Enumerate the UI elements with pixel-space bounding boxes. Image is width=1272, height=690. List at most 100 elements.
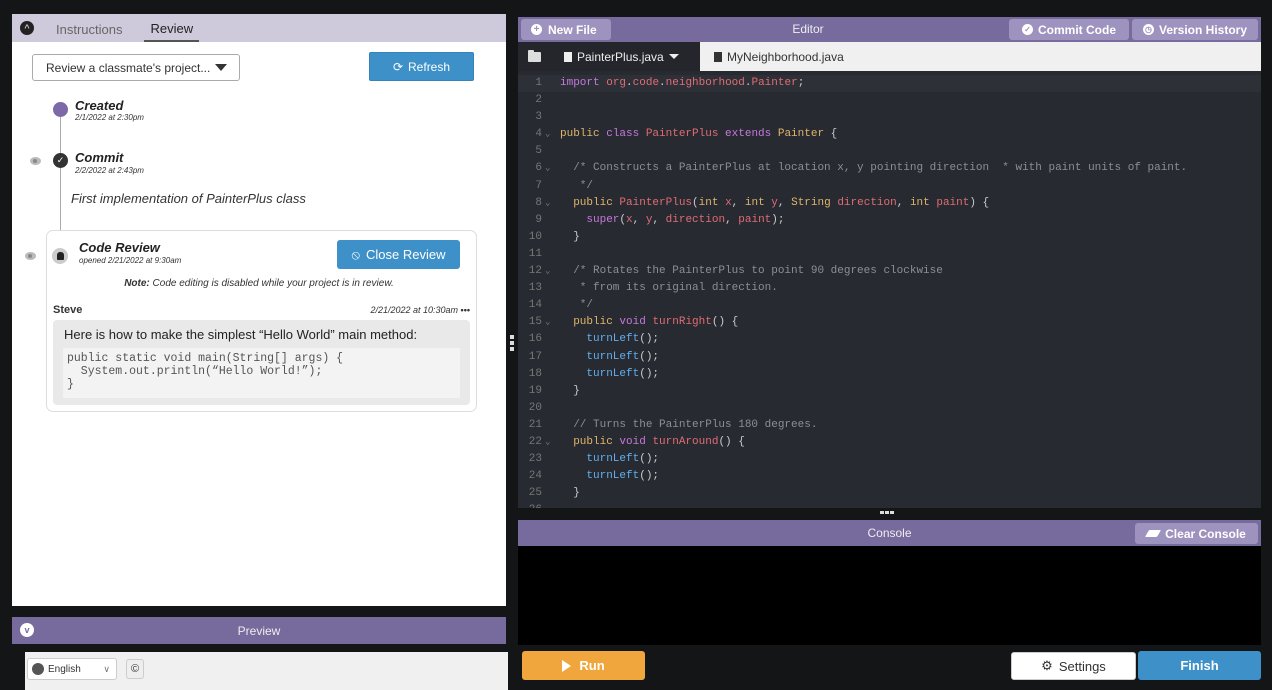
file-browser-button[interactable]: [518, 42, 550, 71]
version-history-button[interactable]: ◷ Version History: [1132, 19, 1258, 40]
fold-chevron-icon[interactable]: ⌄: [545, 263, 550, 280]
review-classmate-dropdown[interactable]: Review a classmate's project...: [32, 54, 240, 81]
eraser-icon: [1145, 530, 1162, 537]
play-icon: [562, 659, 572, 672]
copyright-button[interactable]: ©: [126, 659, 144, 679]
code-line[interactable]: 25 }: [518, 485, 1261, 502]
code-line[interactable]: 4 ⌄ public class PainterPlus extends Paint…: [518, 126, 1261, 143]
fold-chevron-icon[interactable]: ⌄: [545, 314, 550, 331]
console-resize-handle[interactable]: [880, 511, 894, 514]
preview-label: Preview: [237, 623, 281, 638]
code-line[interactable]: 10 }: [518, 229, 1261, 246]
code-text: /* Constructs a PainterPlus at location …: [560, 162, 1188, 175]
code-line[interactable]: 18 turnLeft();: [518, 366, 1261, 383]
code-line[interactable]: 23 turnLeft();: [518, 451, 1261, 468]
code-line[interactable]: 7 */: [518, 178, 1261, 195]
code-line[interactable]: 19 }: [518, 383, 1261, 400]
code-text: * from its original direction.: [560, 282, 778, 295]
comment-text: Here is how to make the simplest “Hello …: [64, 327, 418, 342]
code-text: turnLeft();: [560, 470, 660, 483]
code-line[interactable]: 16 turnLeft();: [518, 331, 1261, 348]
code-line[interactable]: 2: [518, 92, 1261, 109]
line-number: 8: [535, 196, 542, 209]
commit-code-button[interactable]: ✓ Commit Code: [1009, 19, 1129, 40]
folder-icon: [527, 49, 541, 62]
comment-date-row: 2/21/2022 at 10:30am •••: [370, 305, 470, 315]
view-review-eye-icon[interactable]: [25, 252, 36, 260]
code-line[interactable]: 21 // Turns the PainterPlus 180 degrees.: [518, 417, 1261, 434]
run-button[interactable]: Run: [522, 651, 645, 680]
commit-title: Commit: [75, 150, 124, 165]
clear-console-button[interactable]: Clear Console: [1135, 523, 1258, 544]
code-text: }: [560, 230, 580, 243]
code-text: public PainterPlus(int x, int y, String …: [560, 196, 990, 209]
code-line[interactable]: 22 ⌄ public void turnAround() {: [518, 434, 1261, 451]
preview-bar[interactable]: v Preview: [12, 617, 506, 644]
fold-chevron-icon[interactable]: ⌄: [545, 434, 550, 451]
line-number: 9: [535, 213, 542, 226]
line-number: 12: [528, 265, 542, 278]
commit-date: 2/2/2022 at 2:43pm: [75, 166, 144, 175]
line-number: 26: [518, 502, 542, 508]
refresh-label: Refresh: [408, 59, 451, 74]
code-line[interactable]: 20: [518, 400, 1261, 417]
expand-down-icon[interactable]: v: [20, 623, 34, 637]
code-text: }: [560, 487, 580, 500]
code-line[interactable]: 9 super(x, y, direction, paint);: [518, 212, 1261, 229]
close-review-icon: ⦸: [351, 246, 360, 262]
settings-label: Settings: [1058, 658, 1106, 674]
file-tab-painterplus[interactable]: PainterPlus.java: [550, 42, 700, 71]
code-text: import org.code.neighborhood.Painter;: [560, 77, 805, 89]
file-icon: [714, 51, 722, 62]
code-line[interactable]: 26: [518, 502, 1261, 508]
fold-chevron-icon[interactable]: ⌄: [545, 160, 550, 177]
code-text: turnLeft();: [560, 367, 660, 380]
language-select[interactable]: English ∨: [27, 658, 117, 680]
panel-resize-handle[interactable]: [510, 335, 515, 351]
clear-console-label: Clear Console: [1165, 526, 1246, 541]
settings-button[interactable]: ⚙ Settings: [1011, 652, 1136, 680]
finish-button[interactable]: Finish: [1138, 651, 1261, 680]
code-line[interactable]: 1 import org.code.neighborhood.Painter;: [518, 75, 1261, 93]
line-number: 24: [528, 470, 542, 483]
refresh-icon: ⟳: [392, 59, 404, 74]
code-review-date: opened 2/21/2022 at 9:30am: [79, 256, 182, 265]
globe-icon: [32, 663, 44, 675]
refresh-button[interactable]: ⟳ Refresh: [369, 52, 474, 81]
code-line[interactable]: 12 ⌄ /* Rotates the PainterPlus to point …: [518, 263, 1261, 280]
code-text: super(x, y, direction, paint);: [560, 213, 785, 226]
code-line[interactable]: 6 ⌄ /* Constructs a PainterPlus at locati…: [518, 160, 1261, 177]
line-number: 17: [528, 350, 542, 363]
code-line[interactable]: 17 turnLeft();: [518, 349, 1261, 366]
fold-chevron-icon[interactable]: ⌄: [545, 195, 550, 212]
file-tab-myneighborhood[interactable]: MyNeighborhood.java: [700, 42, 858, 71]
gear-icon: ⚙: [1041, 658, 1053, 673]
code-line[interactable]: 5: [518, 143, 1261, 160]
code-line[interactable]: 8 ⌄ public PainterPlus(int x, int y, Stri…: [518, 195, 1261, 212]
collapse-up-icon[interactable]: ^: [20, 21, 34, 35]
code-text: public void turnAround() {: [560, 435, 745, 448]
caret-down-icon: [215, 64, 228, 71]
code-line[interactable]: 11: [518, 246, 1261, 263]
line-number: 10: [528, 230, 542, 243]
line-number: 5: [535, 145, 542, 158]
commit-code-label: Commit Code: [1038, 22, 1116, 37]
code-line[interactable]: 3: [518, 109, 1261, 126]
code-line[interactable]: 15 ⌄ public void turnRight() {: [518, 314, 1261, 331]
code-review-title: Code Review: [79, 240, 160, 255]
more-options-icon[interactable]: •••: [461, 305, 470, 315]
fold-chevron-icon[interactable]: ⌄: [545, 126, 550, 143]
comment-date: 2/21/2022 at 10:30am: [370, 305, 459, 315]
code-line[interactable]: 13 * from its original direction.: [518, 280, 1261, 297]
code-line[interactable]: 24 turnLeft();: [518, 468, 1261, 485]
code-editor[interactable]: 1 import org.code.neighborhood.Painter; 2 3…: [518, 71, 1261, 508]
caret-down-icon[interactable]: [668, 54, 679, 59]
close-review-button[interactable]: ⦸ Close Review: [337, 240, 460, 269]
code-line[interactable]: 14 */: [518, 297, 1261, 314]
line-number: 2: [535, 94, 542, 107]
tab-instructions[interactable]: Instructions: [50, 16, 128, 41]
code-text: // Turns the PainterPlus 180 degrees.: [560, 418, 818, 431]
view-commit-eye-icon[interactable]: [30, 157, 41, 165]
code-text: /* Rotates the PainterPlus to point 90 d…: [560, 265, 943, 278]
tab-review[interactable]: Review: [144, 15, 200, 42]
